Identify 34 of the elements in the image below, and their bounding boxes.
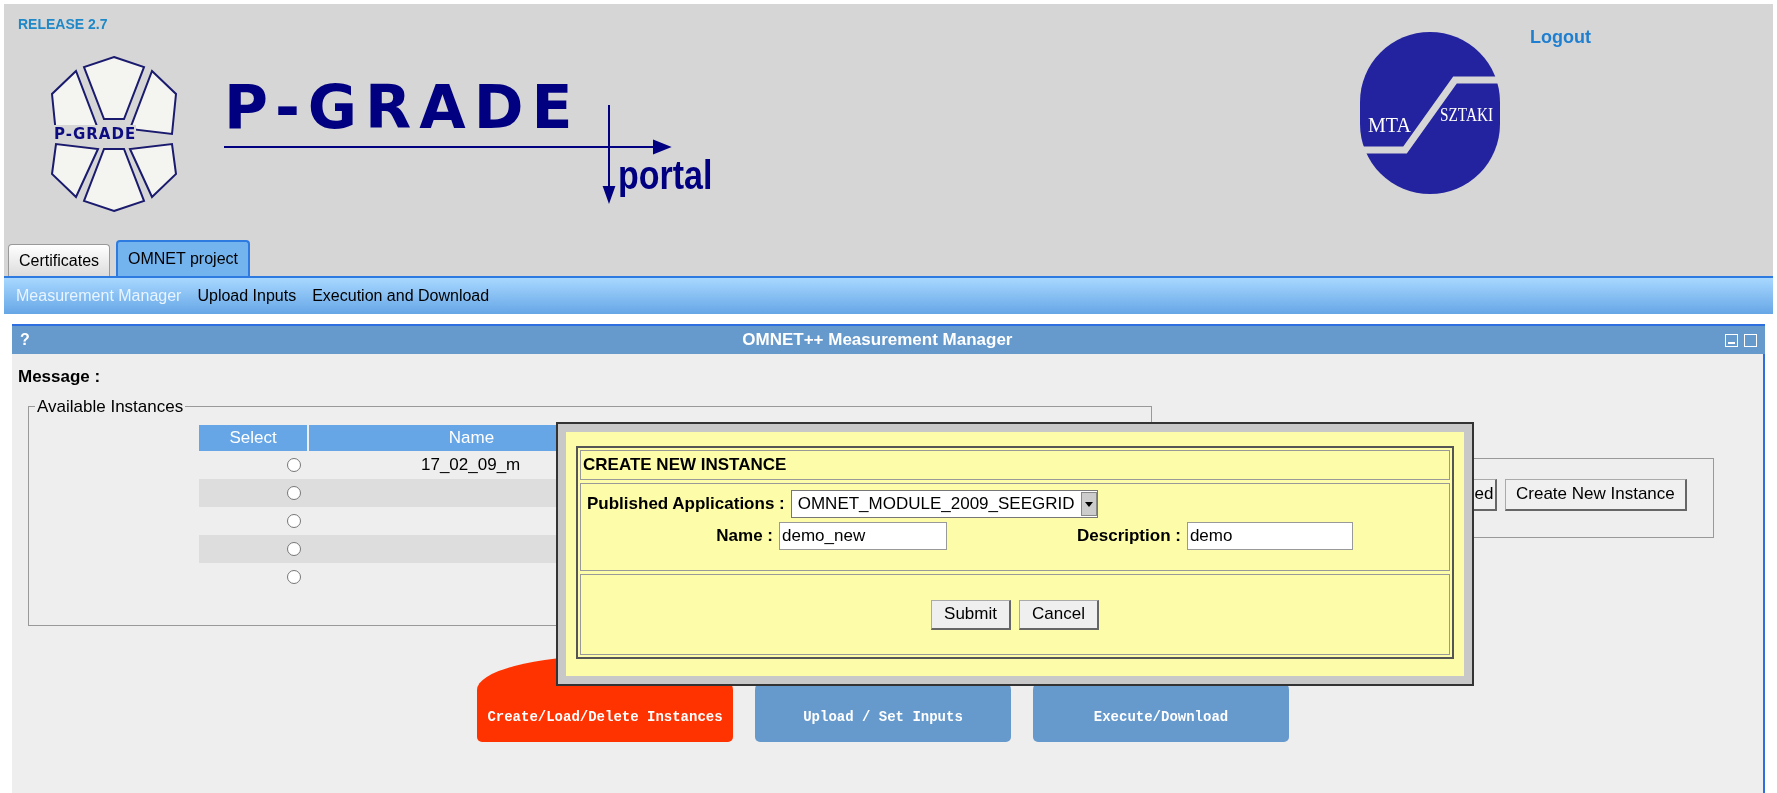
field-label: Description : xyxy=(1077,525,1181,548)
description-field[interactable]: demo xyxy=(1186,522,1353,550)
field-label: Name : xyxy=(715,525,773,548)
dialog-button[interactable]: Submit xyxy=(931,599,1011,630)
logo-left-text: MTA xyxy=(1368,114,1411,136)
logo-right-text: SZTAKI xyxy=(1440,104,1494,126)
portlet-title: OMNET++ Measurement Manager xyxy=(742,329,1013,352)
slash-icon xyxy=(1362,76,1498,154)
name-field[interactable]: demo_new xyxy=(779,522,947,550)
dialog-title: CREATE NEW INSTANCE xyxy=(580,450,1450,480)
message-label: Message : xyxy=(18,366,101,388)
radio-button[interactable] xyxy=(287,514,301,528)
table-cell-text: 17_02_09_m xyxy=(421,454,521,477)
partial-button[interactable]: ed xyxy=(1473,478,1497,511)
tab[interactable]: Certificates xyxy=(8,244,111,276)
dropdown-caret-icon xyxy=(1080,492,1097,516)
radio-button[interactable] xyxy=(287,486,301,500)
release-label: RELEASE 2.7 xyxy=(18,15,108,34)
submenu-link[interactable]: Execution and Download xyxy=(312,284,490,308)
radio-button[interactable] xyxy=(287,458,301,472)
dialog-button[interactable]: Cancel xyxy=(1019,599,1099,630)
tab[interactable]: OMNET project xyxy=(116,240,250,276)
radio-button[interactable] xyxy=(287,542,301,556)
field-label: Published Applications : xyxy=(587,493,785,516)
action-button[interactable]: Create New Instance xyxy=(1505,478,1687,511)
wordmark-subtitle: portal xyxy=(618,153,713,197)
minimize-icon[interactable] xyxy=(1725,333,1738,347)
wordmark: P-GRADE xyxy=(224,75,581,139)
maximize-icon[interactable] xyxy=(1744,333,1757,347)
radio-button[interactable] xyxy=(287,570,301,584)
instances-legend: Available Instances xyxy=(35,393,186,419)
submenu-link[interactable]: Upload Inputs xyxy=(197,284,297,308)
applications-select[interactable]: OMNET_MODULE_2009_SEEGRID xyxy=(790,490,1098,518)
column-header: Select xyxy=(199,425,307,451)
